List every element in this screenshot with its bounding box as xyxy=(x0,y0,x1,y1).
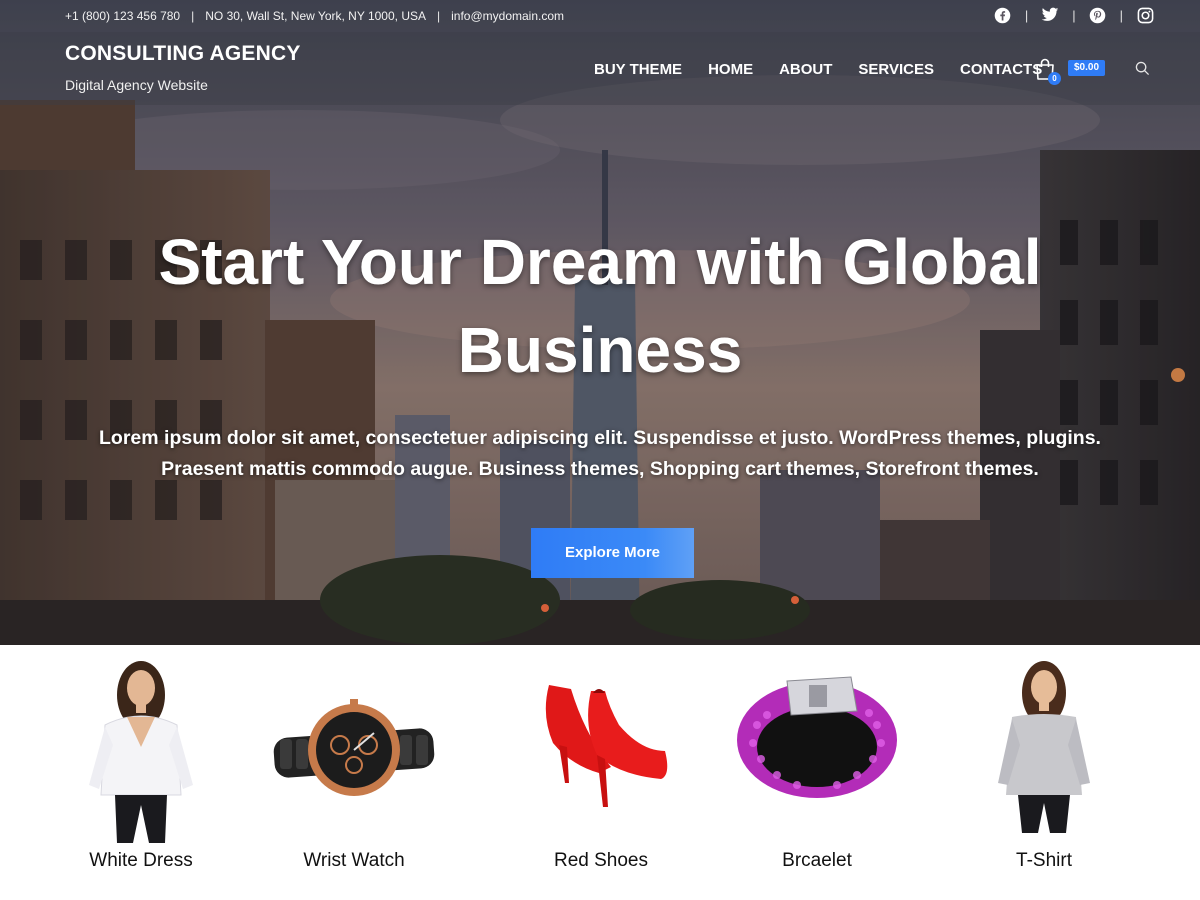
hero-description-line-1: Lorem ipsum dolor sit amet, consectetuer… xyxy=(99,427,1101,449)
phone-number[interactable]: +1 (800) 123 456 780 xyxy=(65,9,180,23)
brand: CONSULTING AGENCY Digital Agency Website xyxy=(65,42,301,93)
separator: | xyxy=(1119,7,1123,23)
product-name[interactable]: T-Shirt xyxy=(944,850,1144,872)
product-name[interactable]: White Dress xyxy=(41,850,241,872)
product-card[interactable]: T-Shirt xyxy=(944,645,1144,885)
nav-item-about[interactable]: ABOUT xyxy=(779,61,832,78)
separator: | xyxy=(191,9,195,23)
product-card[interactable]: White Dress xyxy=(41,645,241,885)
separator: | xyxy=(1024,7,1029,23)
wrist-watch-image[interactable] xyxy=(254,655,454,845)
product-strip: White Dress Wrist Watch Red Shoes Brcael… xyxy=(0,645,1200,900)
separator: | xyxy=(1072,7,1076,23)
site-title[interactable]: CONSULTING AGENCY xyxy=(65,42,301,66)
pinterest-icon[interactable] xyxy=(1089,6,1107,24)
product-card[interactable]: Red Shoes xyxy=(501,645,701,885)
twitter-icon[interactable] xyxy=(1041,6,1059,24)
product-card[interactable]: Wrist Watch xyxy=(254,645,454,885)
facebook-icon[interactable] xyxy=(994,6,1012,24)
main-nav: BUY THEME HOME ABOUT SERVICES CONTACTS xyxy=(594,61,1068,78)
hero-description-line-2: Praesent mattis commodo augue. Business … xyxy=(161,458,1039,480)
red-shoes-image[interactable] xyxy=(501,655,701,845)
hero-description: Lorem ipsum dolor sit amet, consectetuer… xyxy=(60,423,1140,485)
cart-count-badge: 0 xyxy=(1048,72,1061,85)
product-name[interactable]: Wrist Watch xyxy=(254,850,454,872)
hero-section: +1 (800) 123 456 780 | NO 30, Wall St, N… xyxy=(0,0,1200,645)
address: NO 30, Wall St, New York, NY 1000, USA xyxy=(205,9,426,23)
product-name[interactable]: Brcaelet xyxy=(717,850,917,872)
site-tagline: Digital Agency Website xyxy=(65,77,208,93)
explore-more-button[interactable]: Explore More xyxy=(531,528,694,578)
instagram-icon[interactable] xyxy=(1136,6,1154,24)
site-header: CONSULTING AGENCY Digital Agency Website… xyxy=(0,32,1200,105)
nav-item-buy-theme[interactable]: BUY THEME xyxy=(594,61,682,78)
white-dress-image[interactable] xyxy=(41,655,241,845)
hero-heading-line-2: Business xyxy=(457,314,743,386)
nav-item-contacts[interactable]: CONTACTS xyxy=(960,61,1042,78)
social-links: | | | xyxy=(994,6,1154,24)
cart-total[interactable]: $0.00 xyxy=(1068,60,1106,76)
separator: | xyxy=(437,9,441,23)
bracelet-image[interactable] xyxy=(717,655,917,845)
email-link[interactable]: info@mydomain.com xyxy=(451,9,564,23)
nav-item-home[interactable]: HOME xyxy=(708,61,753,78)
t-shirt-image[interactable] xyxy=(944,655,1144,845)
cart-button[interactable]: 0 xyxy=(1035,58,1061,85)
top-contact-bar: +1 (800) 123 456 780 | NO 30, Wall St, N… xyxy=(0,0,1200,32)
hero-heading: Start Your Dream with Global Business xyxy=(100,218,1100,394)
search-icon xyxy=(1135,61,1150,76)
product-name[interactable]: Red Shoes xyxy=(501,850,701,872)
contact-info: +1 (800) 123 456 780 | NO 30, Wall St, N… xyxy=(65,9,564,23)
hero-heading-line-1: Start Your Dream with Global xyxy=(158,226,1042,298)
product-card[interactable]: Brcaelet xyxy=(717,645,917,885)
nav-item-services[interactable]: SERVICES xyxy=(858,61,934,78)
search-button[interactable] xyxy=(1135,61,1151,77)
